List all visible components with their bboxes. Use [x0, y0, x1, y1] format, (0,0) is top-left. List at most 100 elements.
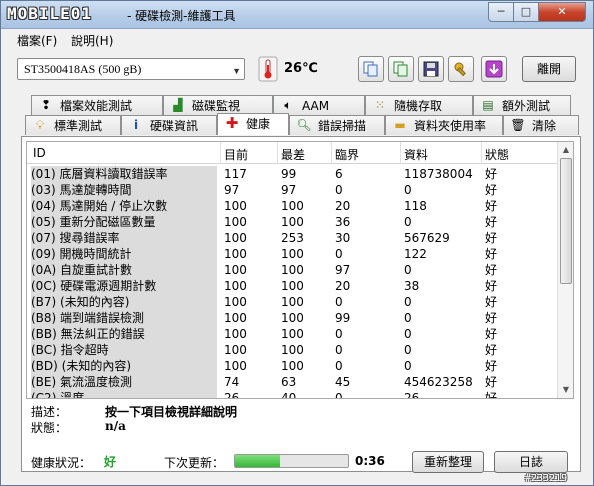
attr-status: 好 [485, 167, 498, 181]
attr-id: (07) 搜尋錯誤率 [31, 230, 217, 246]
attr-id: (B7) (未知的內容) [31, 294, 217, 310]
attr-data: 0 [404, 327, 412, 341]
copy-icon [363, 61, 378, 77]
screenshot-button[interactable] [481, 56, 507, 82]
menu-bar: 檔案(F) 說明(H) [1, 29, 593, 49]
table-row[interactable]: (BD) (未知的內容) 100 100 0 0 好 [27, 358, 558, 374]
attr-id: (05) 重新分配磁區數量 [31, 214, 217, 230]
drive-select-value: ST3500418AS (500 gB) [24, 62, 142, 76]
scroll-up-icon[interactable]: ▲ [559, 143, 573, 157]
col-current[interactable]: 目前 [224, 146, 248, 163]
attr-data: 0 [404, 295, 412, 309]
description-value: 按一下項目檢視詳細說明 [105, 405, 238, 419]
attr-threshold: 45 [335, 375, 351, 389]
table-row[interactable]: (01) 底層資料讀取錯誤率 117 99 6 118738004 好 [27, 166, 558, 182]
table-scrollbar[interactable]: ▲ ▼ [557, 142, 573, 398]
close-button[interactable]: ✕ [538, 2, 586, 22]
tab-error-scan[interactable]: 🔍︎ 錯誤掃描 [289, 115, 385, 135]
attr-data: 454623258 [404, 375, 473, 389]
drive-select[interactable]: ST3500418AS (500 gB) ▼ [17, 58, 245, 80]
col-status[interactable]: 狀態 [485, 146, 509, 163]
table-row[interactable]: (05) 重新分配磁區數量 100 100 36 0 好 [27, 214, 558, 230]
minimize-button[interactable]: ─ [488, 2, 514, 22]
log-button[interactable]: 日誌 [494, 451, 568, 473]
attr-data: 118 [404, 199, 427, 213]
title-bar[interactable]: MOBILE01 - 硬碟檢測-維護工具 ─ □ ✕ [1, 1, 593, 29]
tab-disk-info[interactable]: i 硬碟資訊 [121, 115, 217, 135]
magnifier-icon: 🔍︎ [296, 118, 312, 132]
tab-file-benchmark[interactable]: ❢ 檔案效能測試 [31, 95, 163, 115]
col-data[interactable]: 資料 [404, 146, 428, 163]
attr-threshold: 0 [335, 343, 343, 357]
table-row[interactable]: (04) 馬達開始 / 停止次數 100 100 20 118 好 [27, 198, 558, 214]
table-header: ID 目前 最差 臨界 資料 狀態 [27, 142, 558, 164]
attr-status: 好 [485, 263, 498, 277]
attr-current: 100 [224, 343, 247, 357]
attr-id: (BC) 指令超時 [31, 342, 217, 358]
exit-button[interactable]: 離開 [522, 56, 576, 82]
info-icon: ❢ [40, 98, 52, 112]
attr-status: 好 [485, 279, 498, 293]
table-row[interactable]: (BE) 氣流溫度檢測 74 63 45 454623258 好 [27, 374, 558, 390]
tab-benchmark[interactable]: 💡︎ 標準測試 [25, 115, 121, 135]
wrench-icon [454, 62, 466, 77]
table-row[interactable]: (BB) 無法糾正的錯誤 100 100 0 0 好 [27, 326, 558, 342]
menu-file[interactable]: 檔案(F) [17, 32, 57, 49]
attr-status: 好 [485, 359, 498, 373]
attr-worst: 100 [281, 199, 304, 213]
attr-data: 0 [404, 359, 412, 373]
copy-all-button[interactable] [388, 56, 414, 82]
attr-worst: 100 [281, 295, 304, 309]
scroll-thumb[interactable] [560, 158, 572, 284]
attr-threshold: 36 [335, 215, 351, 229]
tab-disk-monitor[interactable]: ▟ 磁碟監視 [163, 95, 273, 115]
table-row[interactable]: (B7) (未知的內容) 100 100 0 0 好 [27, 294, 558, 310]
copy-button[interactable] [358, 56, 384, 82]
table-row[interactable]: (B8) 端到端錯誤檢測 100 100 99 0 好 [27, 310, 558, 326]
tab-extra-tests[interactable]: ▤ 額外測試 [473, 95, 571, 115]
attr-data: 0 [404, 263, 412, 277]
table-row[interactable]: (C2) 溫度 26 40 0 26 好 [27, 390, 558, 398]
tab-erase[interactable]: 🗑︎ 清除 [503, 115, 579, 135]
attr-worst: 100 [281, 359, 304, 373]
menu-help[interactable]: 說明(H) [71, 32, 113, 49]
attr-threshold: 0 [335, 359, 343, 373]
progress-fill [235, 455, 281, 467]
col-worst[interactable]: 最差 [281, 146, 305, 163]
scroll-down-icon[interactable]: ▼ [559, 383, 573, 397]
attr-current: 100 [224, 295, 247, 309]
col-threshold[interactable]: 臨界 [335, 146, 359, 163]
col-id[interactable]: ID [33, 146, 46, 160]
table-row[interactable]: (BC) 指令超時 100 100 0 0 好 [27, 342, 558, 358]
folder-icon: ▬ [394, 118, 406, 132]
attr-data: 38 [404, 279, 420, 293]
attr-threshold: 20 [335, 279, 351, 293]
options-button[interactable] [448, 56, 474, 82]
attr-threshold: 30 [335, 231, 351, 245]
tab-folder-usage[interactable]: ▬ 資料夾使用率 [385, 115, 503, 135]
attr-id: (BD) (未知的內容) [31, 358, 217, 374]
red-cross-icon: ✚ [225, 114, 239, 132]
tab-health[interactable]: ✚ 健康 [217, 113, 289, 135]
attr-worst: 100 [281, 215, 304, 229]
table-row[interactable]: (07) 搜尋錯誤率 100 253 30 567629 好 [27, 230, 558, 246]
smart-table[interactable]: ID 目前 最差 臨界 資料 狀態 (01) 底層資料讀取錯誤率 117 99 6 11… [26, 141, 574, 399]
attr-status: 好 [485, 343, 498, 357]
attr-data: 567629 [404, 231, 450, 245]
table-row[interactable]: (0A) 自旋重試計數 100 100 97 0 好 [27, 262, 558, 278]
attr-status: 好 [485, 327, 498, 341]
table-row[interactable]: (03) 馬達旋轉時間 97 97 0 0 好 [27, 182, 558, 198]
table-row[interactable]: (0C) 硬碟電源週期計數 100 100 20 38 好 [27, 278, 558, 294]
table-row[interactable]: (09) 開機時間統計 100 100 0 122 好 [27, 246, 558, 262]
tab-aam[interactable]: 🔈︎ AAM [273, 95, 365, 115]
attr-id: (0C) 硬碟電源週期計數 [31, 278, 217, 294]
maximize-button[interactable]: □ [513, 2, 539, 22]
save-button[interactable] [418, 56, 444, 82]
attr-threshold: 97 [335, 263, 351, 277]
attr-worst: 100 [281, 327, 304, 341]
tab-random-access[interactable]: ⁙ 隨機存取 [365, 95, 473, 115]
attr-id: (BE) 氣流溫度檢測 [31, 374, 217, 390]
attr-current: 100 [224, 311, 247, 325]
refresh-button[interactable]: 重新整理 [412, 451, 484, 473]
attr-data: 0 [404, 183, 412, 197]
